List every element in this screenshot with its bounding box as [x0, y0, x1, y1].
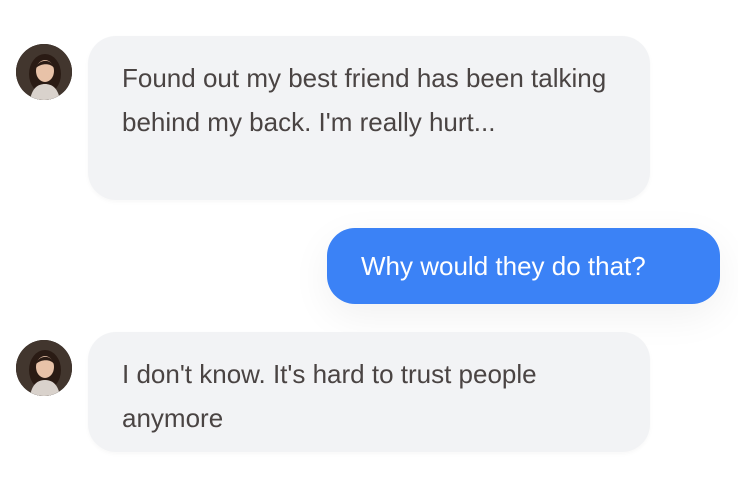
contact-avatar[interactable] [16, 340, 72, 396]
message-bubble-incoming[interactable]: I don't know. It's hard to trust people … [88, 332, 650, 452]
message-text: Found out my best friend has been talkin… [122, 63, 607, 137]
user-avatar-icon [16, 44, 72, 100]
message-text: I don't know. It's hard to trust people … [122, 359, 537, 433]
message-bubble-incoming[interactable]: Found out my best friend has been talkin… [88, 36, 650, 200]
user-avatar-icon [16, 340, 72, 396]
contact-avatar[interactable] [16, 44, 72, 100]
message-bubble-outgoing[interactable]: Why would they do that? [327, 228, 720, 304]
message-text: Why would they do that? [361, 251, 646, 281]
